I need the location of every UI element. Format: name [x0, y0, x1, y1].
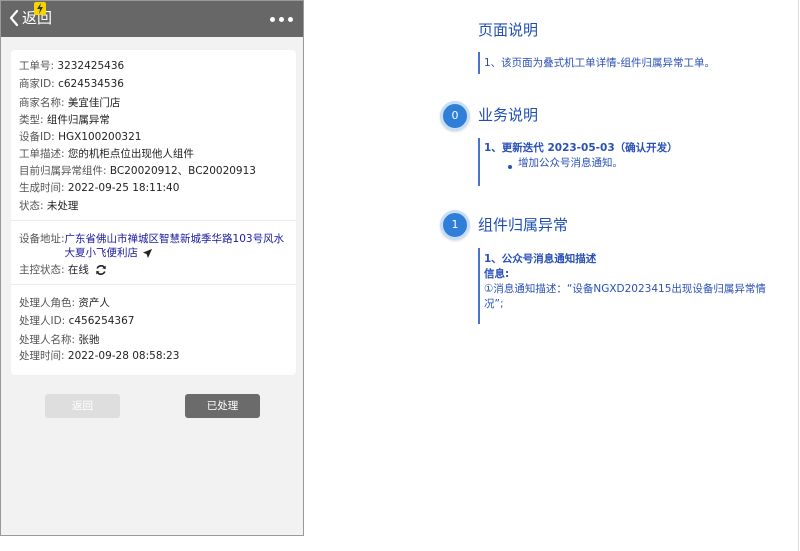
- field-label: 主控状态:: [19, 264, 65, 276]
- created-at-value: 2022-09-25 18:11:40: [67, 182, 180, 194]
- navigation-arrow-icon[interactable]: [142, 248, 153, 259]
- field-label: 状态:: [19, 200, 44, 212]
- created-at-row: 生成时间: 2022-09-25 18:11:40: [19, 181, 179, 195]
- handler-name-row: 处理人名称: 张驰: [19, 333, 99, 347]
- lightning-icon: [34, 2, 46, 15]
- field-label: 工单描述:: [19, 148, 65, 160]
- status-row: 状态: 未处理: [19, 199, 78, 213]
- control-status-row: 主控状态: 在线: [19, 263, 107, 277]
- business-title: 业务说明: [478, 106, 539, 124]
- more-dot-icon: [279, 17, 284, 22]
- description-value: 您的机柜点位出现他人组件: [67, 148, 194, 160]
- more-options-button[interactable]: [270, 17, 293, 22]
- more-dot-icon: [288, 17, 293, 22]
- badge-0: 0: [440, 101, 470, 131]
- ticket-no-row: 工单号: 3232425436: [19, 59, 124, 73]
- device-address-row: 设备地址: 广东省佛山市禅城区智慧新城季华路103号风水大夏小飞便利店: [19, 232, 294, 260]
- handler-time-value: 2022-09-28 08:58:23: [67, 350, 180, 362]
- phone-mockup: 返回 工单号: 3232425436 商家ID: c624534536 商家名称…: [0, 0, 304, 536]
- chevron-left-icon: [9, 9, 19, 27]
- description-row: 工单描述: 您的机柜点位出现他人组件: [19, 147, 194, 161]
- note-accent-bar: [478, 52, 480, 74]
- more-dot-icon: [270, 17, 275, 22]
- component-line-2: 况”;: [484, 298, 504, 310]
- component-line-1: ①消息通知描述：“设备NGXD2023415出现设备归属异常情: [484, 283, 766, 295]
- device-address-link[interactable]: 广东省佛山市禅城区智慧新城季华路103号风水大夏小飞便利店: [65, 233, 285, 259]
- note-accent-bar: [478, 248, 480, 324]
- handler-role-value: 资产人: [78, 297, 110, 309]
- refresh-icon[interactable]: [95, 264, 107, 276]
- field-label: 目前归属异常组件:: [19, 165, 107, 177]
- business-heading: 1、更新迭代 2023-05-03（确认开发）: [484, 142, 678, 154]
- device-id-row: 设备ID: HGX100200321: [19, 130, 141, 144]
- handler-time-row: 处理时间: 2022-09-28 08:58:23: [19, 349, 179, 363]
- handler-id-value: c456254367: [68, 315, 135, 327]
- field-label: 设备地址:: [19, 233, 65, 245]
- field-label: 商家ID:: [19, 78, 55, 90]
- field-label: 处理人ID:: [19, 315, 66, 327]
- page-edge-divider: [798, 0, 799, 551]
- ticket-detail-card: 工单号: 3232425436 商家ID: c624534536 商家名称: 美…: [11, 50, 296, 375]
- top-navigation-bar: 返回: [1, 1, 303, 37]
- field-label: 处理时间:: [19, 350, 65, 362]
- field-label: 处理人角色:: [19, 297, 76, 309]
- merchant-id-value: c624534536: [58, 78, 124, 90]
- component-heading: 1、公众号消息通知描述: [484, 253, 597, 265]
- handler-id-row: 处理人ID: c456254367: [19, 314, 134, 328]
- page-description-title: 页面说明: [478, 21, 539, 39]
- type-row: 类型: 组件归属异常: [19, 113, 110, 127]
- field-label: 类型:: [19, 114, 44, 126]
- abnormal-components-value: BC20020912、BC20020913: [109, 165, 256, 177]
- device-id-value: HGX100200321: [58, 131, 142, 143]
- page-description-text: 1、该页面为叠式机工单详情-组件归属异常工单。: [484, 57, 715, 69]
- business-item: 增加公众号消息通知。: [518, 157, 623, 169]
- component-title: 组件归属异常: [478, 216, 569, 234]
- field-label: 设备ID:: [19, 131, 55, 143]
- status-value: 未处理: [46, 200, 79, 212]
- section-divider: [11, 220, 296, 221]
- back-action-button[interactable]: 返回: [45, 394, 120, 418]
- type-value: 组件归属异常: [46, 114, 110, 126]
- merchant-name-value: 美宜佳门店: [67, 97, 121, 109]
- ticket-no-value: 3232425436: [57, 60, 125, 72]
- merchant-id-row: 商家ID: c624534536: [19, 77, 124, 91]
- section-divider: [11, 284, 296, 285]
- control-status-value: 在线: [67, 264, 89, 276]
- bullet-icon: [508, 165, 512, 169]
- badge-1: 1: [440, 210, 470, 240]
- field-label: 处理人名称:: [19, 334, 76, 346]
- note-accent-bar: [478, 138, 480, 186]
- handler-role-row: 处理人角色: 资产人: [19, 296, 110, 310]
- handler-name-value: 张驰: [78, 334, 100, 346]
- abnormal-components-row: 目前归属异常组件: BC20020912、BC20020913: [19, 164, 256, 178]
- field-label: 商家名称:: [19, 97, 65, 109]
- info-label: 信息:: [484, 268, 510, 280]
- processed-button[interactable]: 已处理: [185, 394, 260, 418]
- merchant-name-row: 商家名称: 美宜佳门店: [19, 96, 120, 110]
- field-label: 工单号:: [19, 60, 55, 72]
- field-label: 生成时间:: [19, 182, 65, 194]
